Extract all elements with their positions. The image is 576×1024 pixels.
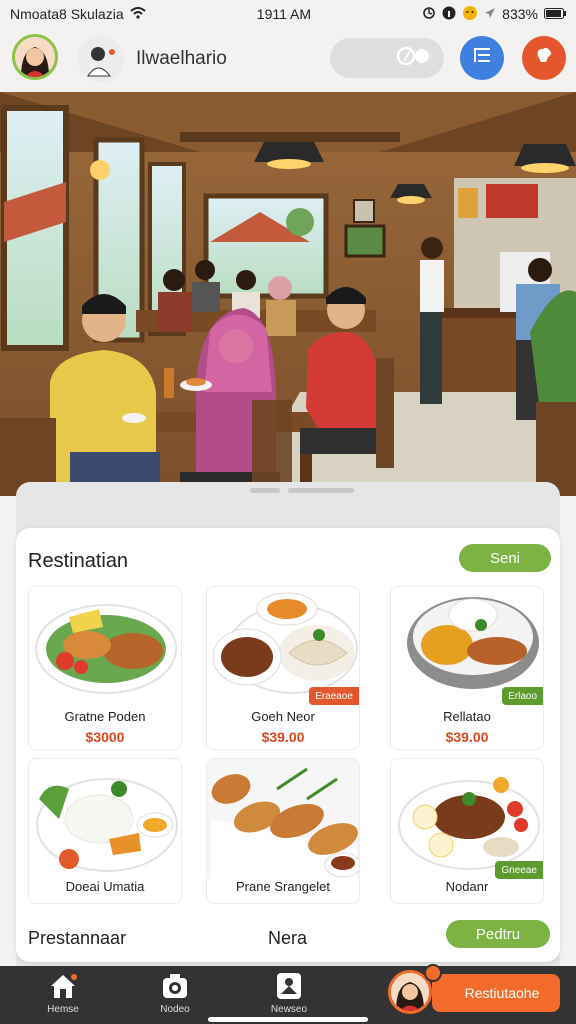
footer-label: Prestannaar [28, 928, 127, 948]
wifi-icon [129, 6, 146, 22]
footer-link[interactable]: Nera [268, 928, 307, 949]
dish-card[interactable]: Doeai Umatia [28, 758, 182, 904]
dish-badge: Erlaoo [502, 687, 543, 705]
emoji-icon [462, 5, 478, 24]
dish-card[interactable]: Gratne Poden $3000 [28, 586, 182, 750]
see-button[interactable]: Seni [459, 544, 551, 572]
restaurant-panel: Restinatian Seni Gratne Poden $3000 Erae… [16, 528, 560, 962]
panel-title: Restinatian [28, 550, 129, 572]
menu-button[interactable] [460, 36, 504, 80]
home-indicator [208, 1017, 368, 1022]
status-time: 1911 AM [256, 6, 312, 22]
link-icon [396, 45, 430, 72]
dish-name: Nodanr [445, 879, 489, 894]
camera-icon [140, 972, 210, 1000]
dish-badge: Gneeae [495, 861, 543, 879]
profile-button[interactable] [522, 36, 566, 80]
dish-price: $3000 [85, 729, 125, 745]
info-icon [442, 6, 456, 23]
dish-price: $39.00 [445, 729, 489, 745]
dish-price: $39.00 [261, 729, 305, 745]
dish-name: Goeh Neor [251, 709, 315, 724]
nav-label: Hemse [47, 1004, 79, 1015]
nav-item-home[interactable]: Hemse [28, 972, 98, 1015]
battery-label: 833% [502, 6, 538, 22]
battery-icon [543, 6, 566, 22]
dish-image [36, 778, 178, 872]
person-icon [254, 972, 324, 1000]
dish-name: Rellatao [443, 709, 491, 724]
app-header: Ilwaelhario [0, 30, 576, 90]
dish-card[interactable]: Eraeaoe Goeh Neor $39.00 [206, 586, 360, 750]
dish-image [407, 597, 539, 689]
notification-dot [424, 964, 442, 982]
restaurant-cta-button[interactable]: Restiutaohe [432, 974, 560, 1012]
nav-item-camera[interactable]: Nodeo [140, 972, 210, 1015]
sheet-handle-left[interactable] [250, 488, 280, 493]
dish-image [212, 592, 358, 694]
dish-image [207, 759, 359, 879]
sheet-handle-right[interactable] [288, 488, 354, 493]
dish-name: Gratne Poden [64, 709, 146, 724]
nav-label: Nodeo [160, 1004, 190, 1015]
chef-icon [533, 44, 555, 72]
dish-name: Doeai Umatia [65, 879, 145, 894]
dish-name: Prane Srangelet [236, 879, 330, 894]
search-toggle[interactable] [330, 38, 444, 78]
bottom-nav: Hemse Nodeo Newseo Restiutaohe [0, 964, 576, 1024]
home-icon [28, 972, 98, 1000]
restaurant-logo[interactable] [78, 36, 124, 82]
carrier-label: Nmoata8 Skulazia [10, 6, 124, 22]
location-arrow-icon [484, 6, 496, 22]
dish-card[interactable]: Erlaoo Rellatao $39.00 [390, 586, 544, 750]
nav-label: Newseo [270, 1004, 308, 1015]
dish-card[interactable]: Prane Srangelet [206, 758, 360, 904]
header-title: Ilwaelhario [136, 48, 227, 69]
dish-card[interactable]: Gneeae Nodanr [390, 758, 544, 904]
menu-icon [472, 46, 492, 70]
detail-button[interactable]: Pedtru [446, 920, 550, 948]
status-bar: Nmoata8 Skulazia 1911 AM 833% [0, 0, 576, 28]
dish-badge: Eraeaoe [309, 687, 359, 705]
nav-item-profile[interactable]: Newseo [254, 972, 324, 1015]
sync-icon [422, 6, 436, 23]
user-avatar[interactable] [12, 34, 58, 80]
dish-image [35, 604, 177, 694]
hero-image [0, 92, 576, 496]
